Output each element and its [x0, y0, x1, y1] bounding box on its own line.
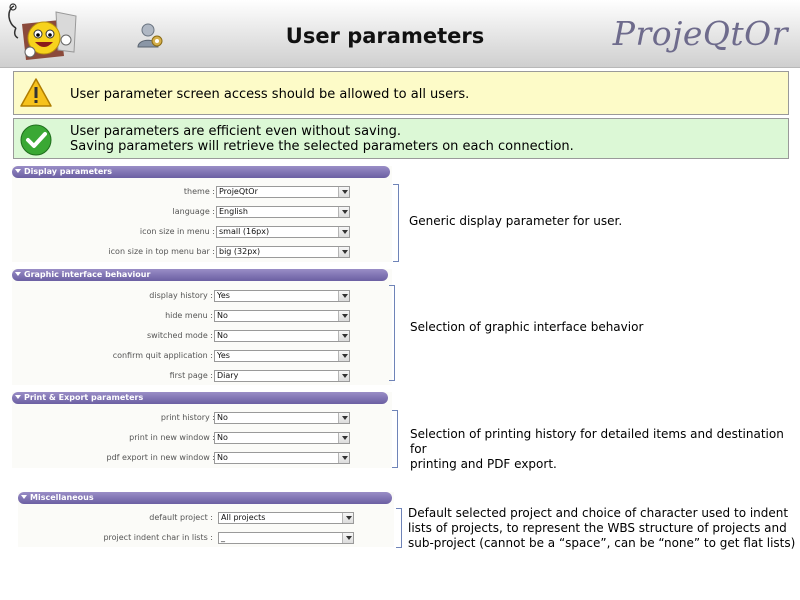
brand-logo-text: ProjeQtOr — [612, 14, 788, 53]
confirm-quit-select[interactable]: Yes — [214, 350, 350, 362]
field-label: project indent char in lists : — [103, 533, 213, 542]
field-confirm-quit: confirm quit application : Yes — [12, 350, 392, 362]
field-label: print history : — [160, 413, 215, 422]
print-export-header[interactable]: Print & Export parameters — [12, 392, 388, 404]
language-select[interactable]: English — [216, 206, 350, 218]
hide-menu-select[interactable]: No — [214, 310, 350, 322]
print-note-line-1: Selection of printing history for detail… — [410, 427, 784, 456]
switched-mode-select[interactable]: No — [214, 330, 350, 342]
field-label: icon size in menu : — [139, 227, 215, 236]
field-label: confirm quit application : — [112, 351, 213, 360]
success-line-2: Saving parameters will retrieve the sele… — [70, 139, 574, 154]
graphic-note: Selection of graphic interface behavior — [410, 320, 644, 334]
field-print-new-window: print in new window : No — [12, 432, 392, 444]
chevron-down-icon[interactable] — [338, 331, 349, 341]
collapse-triangle-icon — [15, 169, 21, 173]
field-icon-size-top-bar: icon size in top menu bar : big (32px) — [12, 246, 392, 258]
field-display-history: display history : Yes — [12, 290, 392, 302]
field-icon-size-menu: icon size in menu : small (16px) — [12, 226, 392, 238]
chevron-down-icon[interactable] — [338, 227, 349, 237]
field-project-indent-char: project indent char in lists : _ — [18, 532, 394, 544]
chevron-down-icon[interactable] — [338, 247, 349, 257]
field-label: pdf export in new window : — [106, 453, 215, 462]
graphic-interface-header[interactable]: Graphic interface behaviour — [12, 269, 388, 281]
icon-size-top-bar-select[interactable]: big (32px) — [216, 246, 350, 258]
chevron-down-icon[interactable] — [338, 187, 349, 197]
chevron-down-icon[interactable] — [338, 351, 349, 361]
chevron-down-icon[interactable] — [338, 413, 349, 423]
success-banner: User parameters are efficient even witho… — [13, 118, 789, 159]
collapse-triangle-icon — [21, 495, 27, 499]
warning-banner: User parameter screen access should be a… — [13, 71, 789, 115]
field-label: theme : — [183, 187, 215, 196]
miscellaneous-section: Miscellaneous default project : All proj… — [18, 492, 394, 547]
section-title: Print & Export parameters — [24, 393, 144, 402]
display-parameters-header[interactable]: Display parameters — [12, 166, 390, 178]
collapse-triangle-icon — [15, 272, 21, 276]
default-project-select[interactable]: All projects — [218, 512, 354, 524]
field-theme: theme : ProjeQtOr — [12, 186, 392, 198]
print-note: Selection of printing history for detail… — [410, 427, 800, 472]
chevron-down-icon[interactable] — [342, 513, 353, 523]
section-title: Graphic interface behaviour — [24, 270, 151, 279]
chevron-down-icon[interactable] — [338, 291, 349, 301]
graphic-bracket — [389, 285, 395, 381]
print-export-section: Print & Export parameters print history … — [12, 392, 392, 468]
field-label: hide menu : — [165, 311, 213, 320]
field-label: switched mode : — [146, 331, 213, 340]
misc-note: Default selected project and choice of c… — [408, 506, 795, 551]
field-label: print in new window : — [129, 433, 215, 442]
display-history-select[interactable]: Yes — [214, 290, 350, 302]
header-bar: User parameters ProjeQtOr — [0, 0, 800, 68]
misc-note-line-3: sub-project (cannot be a “space”, can be… — [408, 536, 796, 550]
field-language: language : English — [12, 206, 392, 218]
misc-note-line-1: Default selected project and choice of c… — [408, 506, 789, 520]
checkmark-icon — [20, 124, 52, 156]
field-label: language : — [172, 207, 215, 216]
print-bracket — [392, 410, 398, 468]
chevron-down-icon[interactable] — [338, 371, 349, 381]
print-note-line-2: printing and PDF export. — [410, 457, 557, 471]
field-print-history: print history : No — [12, 412, 392, 424]
chevron-down-icon[interactable] — [338, 433, 349, 443]
misc-note-line-2: lists of projects, to represent the WBS … — [408, 521, 787, 535]
field-switched-mode: switched mode : No — [12, 330, 392, 342]
field-label: icon size in top menu bar : — [108, 247, 215, 256]
section-title: Display parameters — [24, 167, 112, 176]
section-title: Miscellaneous — [30, 493, 94, 502]
chevron-down-icon[interactable] — [338, 311, 349, 321]
chevron-down-icon[interactable] — [338, 453, 349, 463]
field-first-page: first page : Diary — [12, 370, 392, 382]
display-parameters-section: Display parameters theme : ProjeQtOr lan… — [12, 166, 392, 262]
misc-bracket — [396, 508, 402, 548]
warning-icon — [20, 78, 52, 107]
graphic-interface-section: Graphic interface behaviour display hist… — [12, 269, 392, 385]
success-line-1: User parameters are efficient even witho… — [70, 124, 401, 139]
print-new-window-select[interactable]: No — [214, 432, 350, 444]
field-label: default project : — [149, 513, 213, 522]
theme-select[interactable]: ProjeQtOr — [216, 186, 350, 198]
success-text: User parameters are efficient even witho… — [70, 124, 574, 154]
field-label: first page : — [169, 371, 213, 380]
display-note: Generic display parameter for user. — [409, 214, 623, 228]
field-label: display history : — [149, 291, 213, 300]
first-page-select[interactable]: Diary — [214, 370, 350, 382]
field-hide-menu: hide menu : No — [12, 310, 392, 322]
display-bracket — [393, 184, 399, 262]
collapse-triangle-icon — [15, 395, 21, 399]
icon-size-menu-select[interactable]: small (16px) — [216, 226, 350, 238]
pdf-export-new-window-select[interactable]: No — [214, 452, 350, 464]
warning-text: User parameter screen access should be a… — [70, 87, 470, 102]
print-history-select[interactable]: No — [214, 412, 350, 424]
chevron-down-icon[interactable] — [338, 207, 349, 217]
field-pdf-export-new-window: pdf export in new window : No — [12, 452, 392, 464]
project-indent-char-select[interactable]: _ — [218, 532, 354, 544]
field-default-project: default project : All projects — [18, 512, 394, 524]
chevron-down-icon[interactable] — [342, 533, 353, 543]
miscellaneous-header[interactable]: Miscellaneous — [18, 492, 392, 504]
